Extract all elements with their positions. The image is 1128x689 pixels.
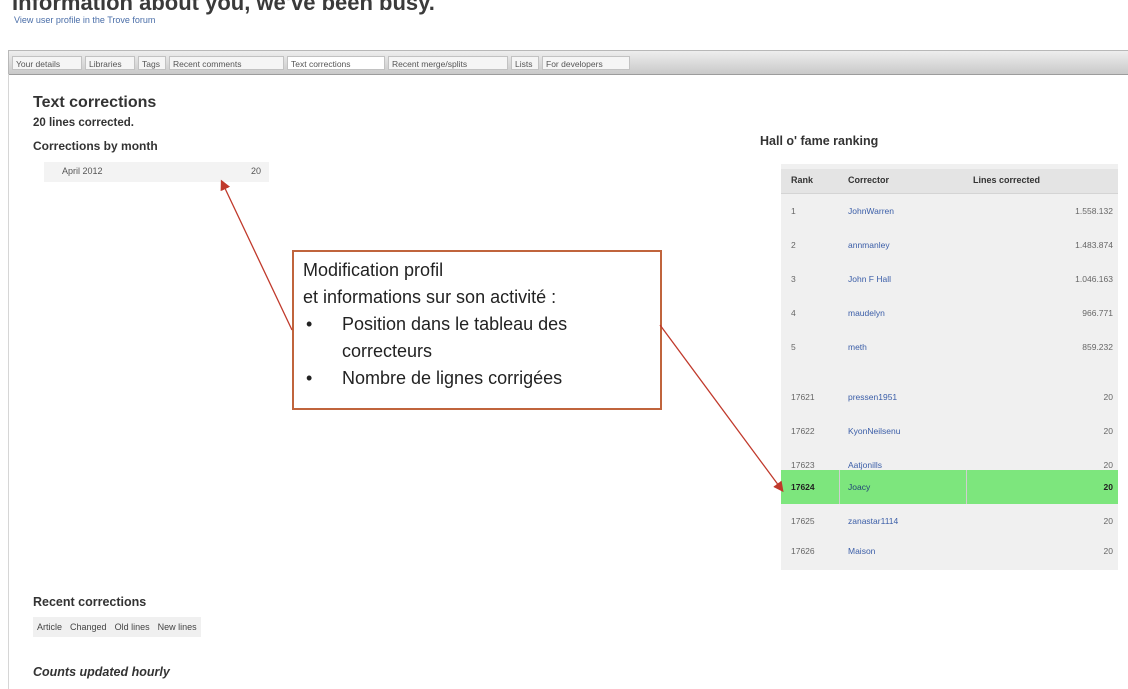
arrow-to-highlighted-rank xyxy=(659,324,784,493)
arrow-to-month-row xyxy=(220,179,293,331)
annotation-arrows xyxy=(220,179,784,493)
